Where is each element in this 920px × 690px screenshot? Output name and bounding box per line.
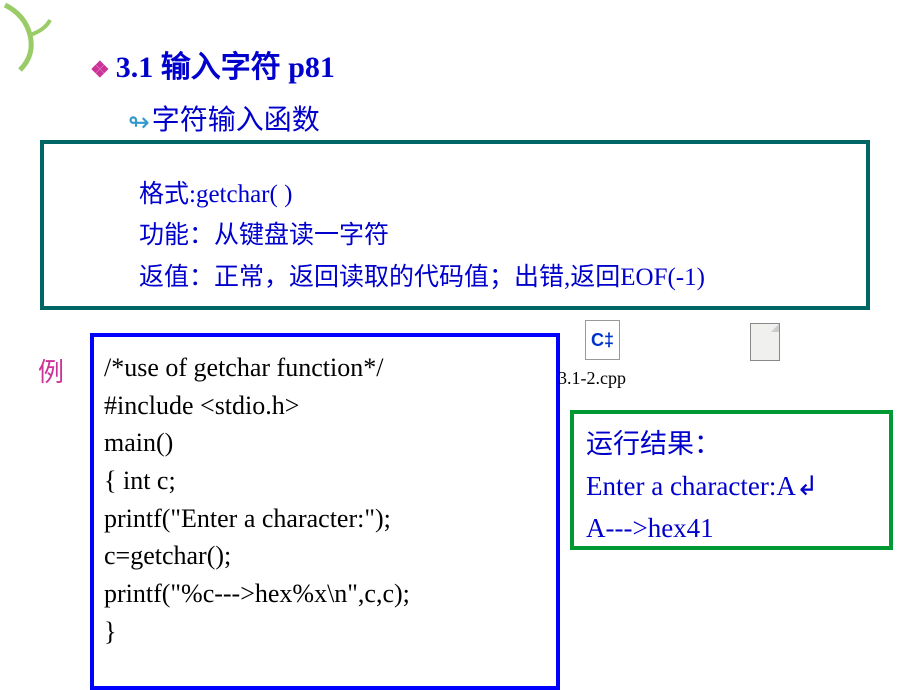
code-line: printf("%c--->hex%x\n",c,c);	[104, 575, 546, 613]
document-icon[interactable]	[750, 323, 780, 361]
code-line: printf("Enter a character:");	[104, 500, 546, 538]
section-heading: ❖3.1 输入字符 p81	[90, 42, 335, 86]
corner-decoration	[0, 0, 55, 80]
code-line: main()	[104, 424, 546, 462]
code-box: /*use of getchar function*/ #include <st…	[90, 333, 560, 690]
code-line: { int c;	[104, 462, 546, 500]
code-line: #include <stdio.h>	[104, 387, 546, 425]
code-line: /*use of getchar function*/	[104, 349, 546, 387]
result-line: Enter a character:A↲	[586, 466, 877, 508]
desc-function: 功能：从键盘读一字符	[139, 215, 816, 256]
diamond-bullet-icon: ❖	[90, 57, 110, 83]
code-line: c=getchar();	[104, 537, 546, 575]
desc-format: 格式:getchar( )	[139, 174, 816, 215]
subheading-text: 字符输入函数	[152, 105, 320, 136]
subsection-heading: ↬字符输入函数	[128, 98, 320, 138]
cpp-file-icon[interactable]: C‡	[585, 320, 620, 360]
code-line: }	[104, 613, 546, 651]
heading-text: 3.1 输入字符 p81	[116, 51, 335, 84]
desc-return: 返值：正常，返回读取的代码值；出错,返回EOF(-1)	[139, 257, 816, 298]
cpp-icon-text: C‡	[591, 330, 614, 351]
example-label: 例	[38, 352, 64, 389]
description-box: 格式:getchar( ) 功能：从键盘读一字符 返值：正常，返回读取的代码值；…	[40, 140, 870, 310]
result-box: 运行结果： Enter a character:A↲ A--->hex41	[570, 410, 893, 550]
result-line: A--->hex41	[586, 508, 877, 550]
curl-bullet-icon: ↬	[128, 108, 150, 138]
cpp-file-label: 3.1-2.cpp	[558, 368, 626, 389]
result-title: 运行结果：	[586, 424, 877, 466]
